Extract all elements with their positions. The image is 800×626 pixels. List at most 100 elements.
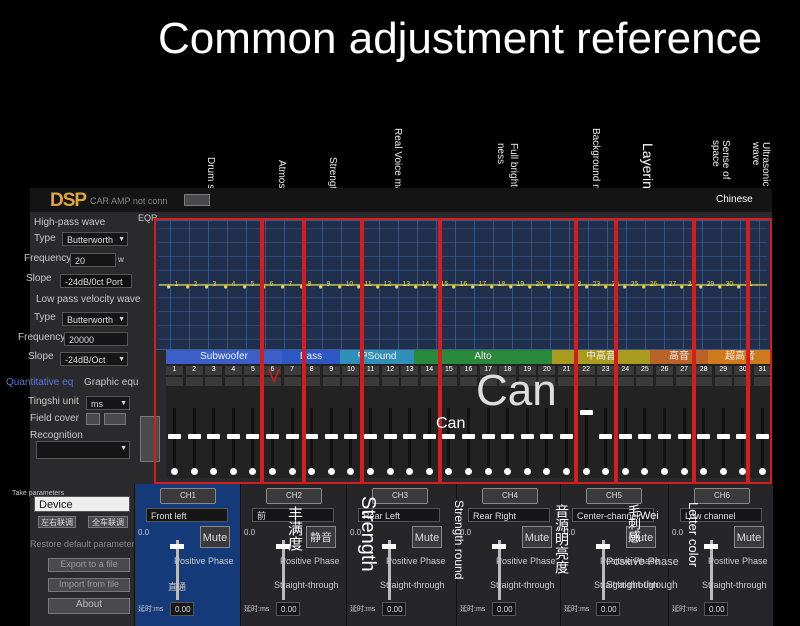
annotation-atmos: Atmos bbox=[276, 160, 287, 189]
channel-title[interactable]: CH6 bbox=[694, 488, 750, 504]
mute-button[interactable]: 静音 bbox=[306, 526, 336, 548]
chevron-down-icon: ▼ bbox=[120, 445, 127, 452]
import-button[interactable]: Import from file bbox=[48, 578, 130, 592]
left-right-link-button[interactable]: 左右联调 bbox=[38, 516, 76, 528]
restore-default-button[interactable]: Restore default parameters bbox=[30, 539, 139, 549]
type2-label: Type bbox=[34, 312, 56, 323]
straight-through-toggle[interactable]: Straight-through bbox=[702, 580, 767, 590]
annotation-full-brightness-2: ness bbox=[495, 143, 506, 165]
graphic-eq-tab[interactable]: Graphic equ bbox=[84, 377, 138, 388]
channel-output-select[interactable]: Rear Right bbox=[468, 508, 550, 522]
highlight-box bbox=[362, 218, 440, 484]
volume-slider-handle[interactable] bbox=[492, 544, 506, 549]
connect-button[interactable] bbox=[184, 194, 210, 206]
chevron-down-icon: ▼ bbox=[118, 356, 125, 363]
straight-through-toggle[interactable]: Straight-through bbox=[490, 580, 555, 590]
chevron-down-icon: ▼ bbox=[120, 400, 127, 407]
straight-through-toggle[interactable]: Straight-through bbox=[274, 580, 339, 590]
overlay-strength-round: Strength round bbox=[452, 500, 466, 580]
overlay-can-large: Can bbox=[476, 366, 557, 415]
volume-slider-track[interactable] bbox=[498, 540, 501, 600]
delay-input[interactable]: 0.00 bbox=[276, 602, 300, 616]
volume-slider-handle[interactable] bbox=[170, 544, 184, 549]
dsp-logo: DSP bbox=[50, 190, 87, 211]
channel-title[interactable]: CH1 bbox=[160, 488, 216, 504]
annotation-ultrasonic-2: wave bbox=[750, 142, 761, 166]
delay-input[interactable]: 0.00 bbox=[382, 602, 406, 616]
annotation-full-brightness-1: Full bright- bbox=[508, 143, 519, 191]
delay-input[interactable]: 0.00 bbox=[492, 602, 516, 616]
lp-type-select[interactable]: Butterworth ▼ bbox=[62, 312, 128, 326]
positive-phase-toggle[interactable]: Positive Phase bbox=[708, 556, 768, 566]
highlight-box bbox=[440, 218, 576, 484]
channel-output-select[interactable]: Front left bbox=[146, 508, 228, 522]
all-car-link-button[interactable]: 全车联调 bbox=[88, 516, 128, 528]
positive-phase-toggle[interactable]: Positive Phase bbox=[280, 556, 340, 566]
volume-slider-handle[interactable] bbox=[704, 544, 718, 549]
highlight-box bbox=[748, 218, 772, 484]
straight-through-toggle[interactable]: 直通 bbox=[168, 580, 186, 593]
language-label[interactable]: Chinese bbox=[716, 194, 753, 205]
positive-phase-toggle[interactable]: Positive Phase bbox=[174, 556, 234, 566]
mute-button[interactable]: Mute bbox=[412, 526, 442, 548]
annotation-ultrasonic-1: Ultrasonic bbox=[760, 142, 771, 187]
volume-slider-track[interactable] bbox=[388, 540, 391, 600]
hp-slope-select[interactable]: -24dB/0ct Port bbox=[60, 274, 132, 288]
field-save-button[interactable] bbox=[104, 413, 126, 425]
positive-phase-toggle[interactable]: Positive Phase bbox=[386, 556, 446, 566]
delay-label: 延时:ms bbox=[138, 606, 164, 613]
mute-button[interactable]: Mute bbox=[522, 526, 552, 548]
overlay-ch4-cn: 音源明亮度 bbox=[554, 504, 570, 574]
delay-label: 延时:ms bbox=[460, 606, 486, 613]
annotation-sense-space-2: space bbox=[710, 140, 721, 167]
delay-label: 延时:ms bbox=[244, 606, 270, 613]
delay-input[interactable]: 0.00 bbox=[170, 602, 194, 616]
volume-slider-handle[interactable] bbox=[596, 544, 610, 549]
delay-input[interactable]: 0.00 bbox=[596, 602, 620, 616]
highlight-box bbox=[694, 218, 748, 484]
low-pass-heading: Low pass velocity wave bbox=[36, 294, 141, 305]
straight-through-toggle[interactable]: Straight-through bbox=[380, 580, 445, 590]
channel-title[interactable]: CH5 bbox=[586, 488, 642, 504]
page-headline: Common adjustment reference bbox=[158, 14, 763, 63]
recognition-select[interactable]: ▼ bbox=[36, 441, 130, 459]
delay-input[interactable]: 0.00 bbox=[704, 602, 728, 616]
delay-label: 延时:ms bbox=[350, 606, 376, 613]
lp-frequency-input[interactable]: 20000 bbox=[64, 332, 128, 346]
lp-slope-select[interactable]: -24dB/Oct ▼ bbox=[60, 352, 128, 366]
device-select[interactable]: Device bbox=[34, 496, 130, 512]
hp-type-select[interactable]: Butterworth ▼ bbox=[62, 232, 128, 246]
overlay-v-mark: V bbox=[268, 366, 281, 386]
volume-slider-track[interactable] bbox=[602, 540, 605, 600]
tingshi-select[interactable]: ms ▼ bbox=[86, 396, 130, 410]
volume-slider-handle[interactable] bbox=[382, 544, 396, 549]
channel-level-value: 0.0 bbox=[672, 528, 684, 537]
volume-slider-track[interactable] bbox=[710, 540, 713, 600]
highlight-box bbox=[304, 218, 362, 484]
positive-phase-toggle[interactable]: Positive Phase bbox=[496, 556, 556, 566]
highlight-box bbox=[262, 218, 304, 484]
quantitative-eq-tab[interactable]: Quantitative eq bbox=[6, 377, 73, 388]
channel-title[interactable]: CH2 bbox=[266, 488, 322, 504]
lp-slope-value: -24dB/Oct bbox=[65, 355, 106, 365]
recognition-label: Recognition bbox=[30, 430, 83, 441]
delay-label: 延时:ms bbox=[564, 606, 590, 613]
field-cover-button[interactable] bbox=[86, 413, 100, 425]
about-button[interactable]: About bbox=[48, 598, 130, 614]
highlight-box bbox=[154, 218, 262, 484]
highlight-box bbox=[576, 218, 616, 484]
channel-title[interactable]: CH3 bbox=[372, 488, 428, 504]
type-label: Type bbox=[34, 233, 56, 244]
overlay-straight-through: Straight-through bbox=[606, 580, 678, 591]
channel-title[interactable]: CH4 bbox=[482, 488, 538, 504]
mute-button[interactable]: Mute bbox=[734, 526, 764, 548]
overlay-strength: Strength bbox=[357, 496, 379, 572]
mute-button[interactable]: Mute bbox=[200, 526, 230, 548]
hp-type-value: Butterworth bbox=[67, 235, 114, 245]
export-button[interactable]: Export to a file bbox=[48, 558, 130, 572]
frequency-unit: w bbox=[118, 255, 124, 264]
hp-frequency-input[interactable]: 20 bbox=[70, 253, 116, 267]
overlay-ch2-cn: 丰满度 bbox=[286, 506, 303, 551]
slope-label: Slope bbox=[26, 273, 52, 284]
annotation-sense-space-1: Sense of bbox=[720, 140, 731, 180]
